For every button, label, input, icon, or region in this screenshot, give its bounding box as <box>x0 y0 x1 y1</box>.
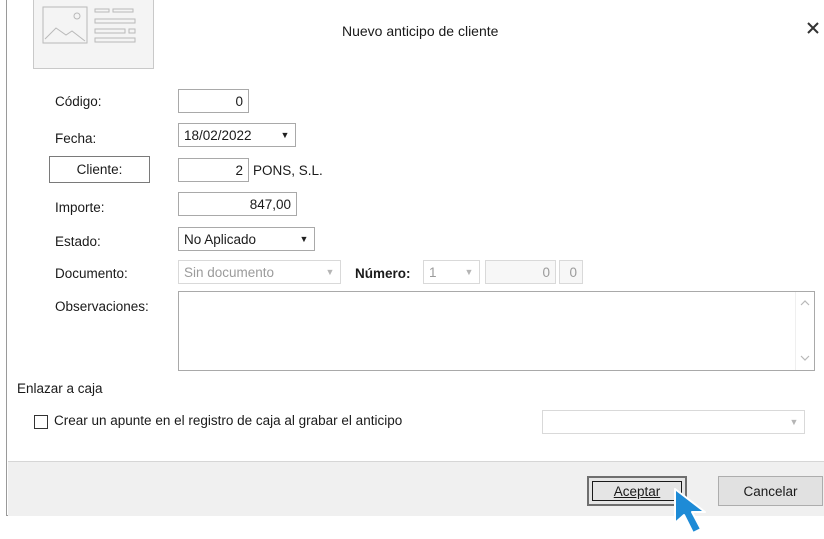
numero-series-value: 1 <box>429 264 437 280</box>
cliente-name: PONS, S.L. <box>253 163 323 178</box>
fecha-label: Fecha: <box>55 131 97 146</box>
caja-checkbox-label[interactable]: Crear un apunte en el registro de caja a… <box>54 413 402 428</box>
fecha-value: 18/02/2022 <box>184 127 252 143</box>
documento-value: Sin documento <box>184 264 275 280</box>
observaciones-textarea[interactable] <box>178 291 815 371</box>
observaciones-label: Observaciones: <box>55 299 149 314</box>
importe-label: Importe: <box>55 200 105 215</box>
scrollbar[interactable] <box>795 292 814 370</box>
codigo-label: Código: <box>55 94 102 109</box>
accept-button[interactable]: Aceptar <box>587 476 687 506</box>
form-image-icon <box>33 0 154 69</box>
numero-series-select[interactable]: 1 ▼ <box>423 260 480 284</box>
chevron-down-icon[interactable]: ▼ <box>296 228 312 250</box>
estado-select[interactable]: No Aplicado ▼ <box>178 227 315 251</box>
cursor-arrow-icon <box>674 488 722 536</box>
chevron-down-icon[interactable]: ▼ <box>322 261 338 283</box>
accept-button-label: Aceptar <box>613 483 661 499</box>
cliente-button-label: Cliente: <box>76 162 123 177</box>
documento-select[interactable]: Sin documento ▼ <box>178 260 341 284</box>
cancel-button-label: Cancelar <box>743 483 798 499</box>
chevron-down-icon[interactable]: ▼ <box>786 411 802 433</box>
caja-select[interactable]: ▼ <box>542 410 805 434</box>
estado-value: No Aplicado <box>184 231 257 247</box>
importe-input[interactable]: 847,00 <box>178 192 297 216</box>
estado-label: Estado: <box>55 234 101 249</box>
fecha-date-picker[interactable]: 18/02/2022 ▼ <box>178 123 296 147</box>
dialog-title: Nuevo anticipo de cliente <box>342 23 499 39</box>
close-icon[interactable] <box>805 20 821 36</box>
chevron-down-icon[interactable]: ▼ <box>461 261 477 283</box>
codigo-input[interactable]: 0 <box>178 89 249 113</box>
cliente-button[interactable]: Cliente: <box>49 156 150 183</box>
numero-input-1[interactable]: 0 <box>485 260 556 284</box>
caja-checkbox[interactable] <box>34 415 48 429</box>
cliente-number-input[interactable]: 2 <box>178 158 249 182</box>
documento-label: Documento: <box>55 266 128 281</box>
numero-label: Número: <box>355 266 411 281</box>
caja-section-label: Enlazar a caja <box>17 381 103 396</box>
chevron-down-icon[interactable]: ▼ <box>277 124 293 146</box>
numero-input-2[interactable]: 0 <box>559 260 583 284</box>
dialog-window: Nuevo anticipo de cliente Código: 0 Fech… <box>6 0 824 534</box>
cancel-button[interactable]: Cancelar <box>718 476 823 506</box>
